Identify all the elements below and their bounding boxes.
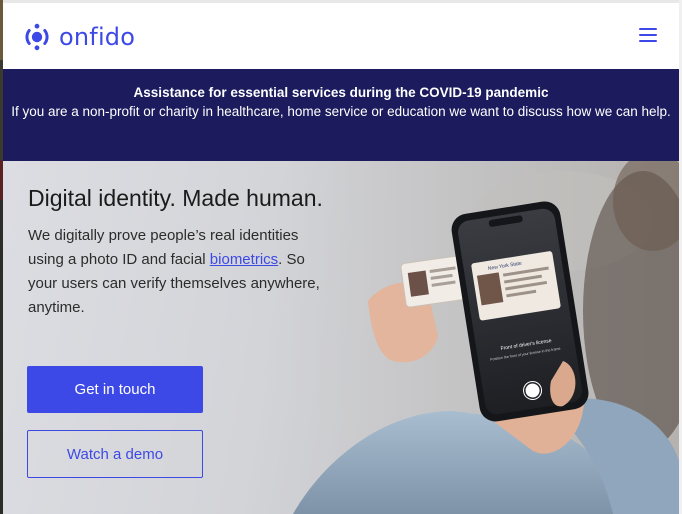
- logo-wordmark: onfido: [59, 23, 136, 51]
- covid-banner: Assistance for essential services during…: [3, 69, 679, 161]
- hero-copy: Digital identity. Made human. We digital…: [28, 183, 328, 320]
- hero-title: Digital identity. Made human.: [28, 185, 323, 211]
- logo[interactable]: onfido: [23, 21, 135, 53]
- watch-demo-button[interactable]: Watch a demo: [27, 430, 203, 478]
- site-header: onfido: [3, 3, 679, 69]
- banner-title: Assistance for essential services during…: [133, 85, 549, 100]
- hero-subtitle: We digitally prove people’s real identit…: [28, 224, 328, 320]
- onfido-logo-icon: [25, 23, 49, 51]
- hero-section: New York State Front of driver's license…: [3, 161, 679, 514]
- hamburger-menu-icon[interactable]: [639, 28, 657, 44]
- banner-body: If you are a non-profit or charity in he…: [11, 104, 671, 119]
- get-in-touch-button[interactable]: Get in touch: [27, 366, 203, 413]
- biometrics-link[interactable]: biometrics: [210, 251, 278, 268]
